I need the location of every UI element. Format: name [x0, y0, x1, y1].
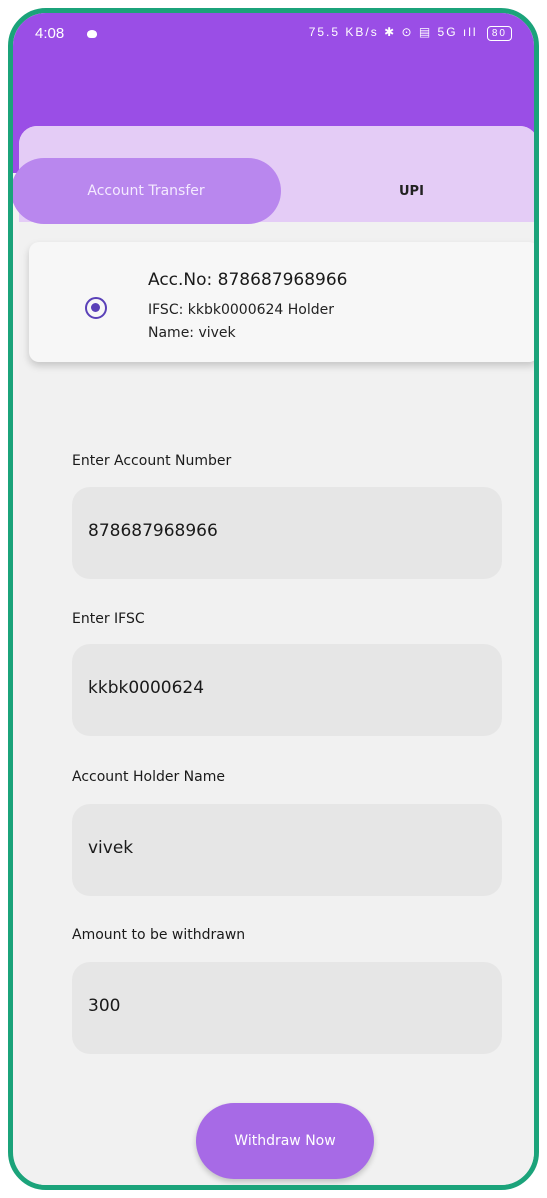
account-number-field[interactable]: 878687968966 [72, 487, 502, 579]
status-bar: 4:08 75.5 KB/s ✱ ⊙ ▤ 5G ıll 80 [13, 13, 534, 53]
battery-icon: 80 [486, 26, 512, 41]
account-name-text: Name: vivek [148, 325, 236, 341]
withdraw-now-button[interactable]: Withdraw Now [196, 1103, 374, 1179]
status-icons: 75.5 KB/s ✱ ⊙ ▤ 5G ıll 80 [309, 25, 512, 41]
ifsc-field[interactable]: kkbk0000624 [72, 644, 502, 736]
navigation-bar [13, 1189, 534, 1190]
saved-account-card[interactable]: Acc.No: 878687968966 IFSC: kkbk0000624 H… [29, 242, 534, 362]
status-time: 4:08 [35, 25, 65, 42]
holder-name-field[interactable]: vivek [72, 804, 502, 896]
amount-field[interactable]: 300 [72, 962, 502, 1054]
tab-account-transfer[interactable]: Account Transfer [13, 158, 281, 224]
amount-value: 300 [88, 996, 121, 1016]
holder-name-label: Account Holder Name [72, 769, 225, 785]
holder-name-value: vivek [88, 838, 134, 858]
phone-frame: 4:08 75.5 KB/s ✱ ⊙ ▤ 5G ıll 80 Account T… [8, 8, 539, 1190]
account-number-text: Acc.No: 878687968966 [148, 270, 348, 290]
network-icons: 75.5 KB/s ✱ ⊙ ▤ 5G ıll [308, 25, 478, 39]
account-radio[interactable] [85, 297, 107, 319]
account-number-value: 878687968966 [88, 521, 218, 541]
account-number-label: Enter Account Number [72, 453, 232, 469]
amount-label: Amount to be withdrawn [72, 927, 246, 943]
account-ifsc-text: IFSC: kkbk0000624 Holder [148, 302, 335, 318]
tab-bar: Account Transfer UPI [13, 126, 534, 224]
main-panel: Account Transfer UPI Acc.No: 87868796896… [13, 126, 534, 1185]
notification-icon [87, 30, 97, 38]
tab-upi[interactable]: UPI [399, 184, 424, 199]
ifsc-value: kkbk0000624 [88, 678, 205, 698]
ifsc-label: Enter IFSC [72, 611, 145, 627]
